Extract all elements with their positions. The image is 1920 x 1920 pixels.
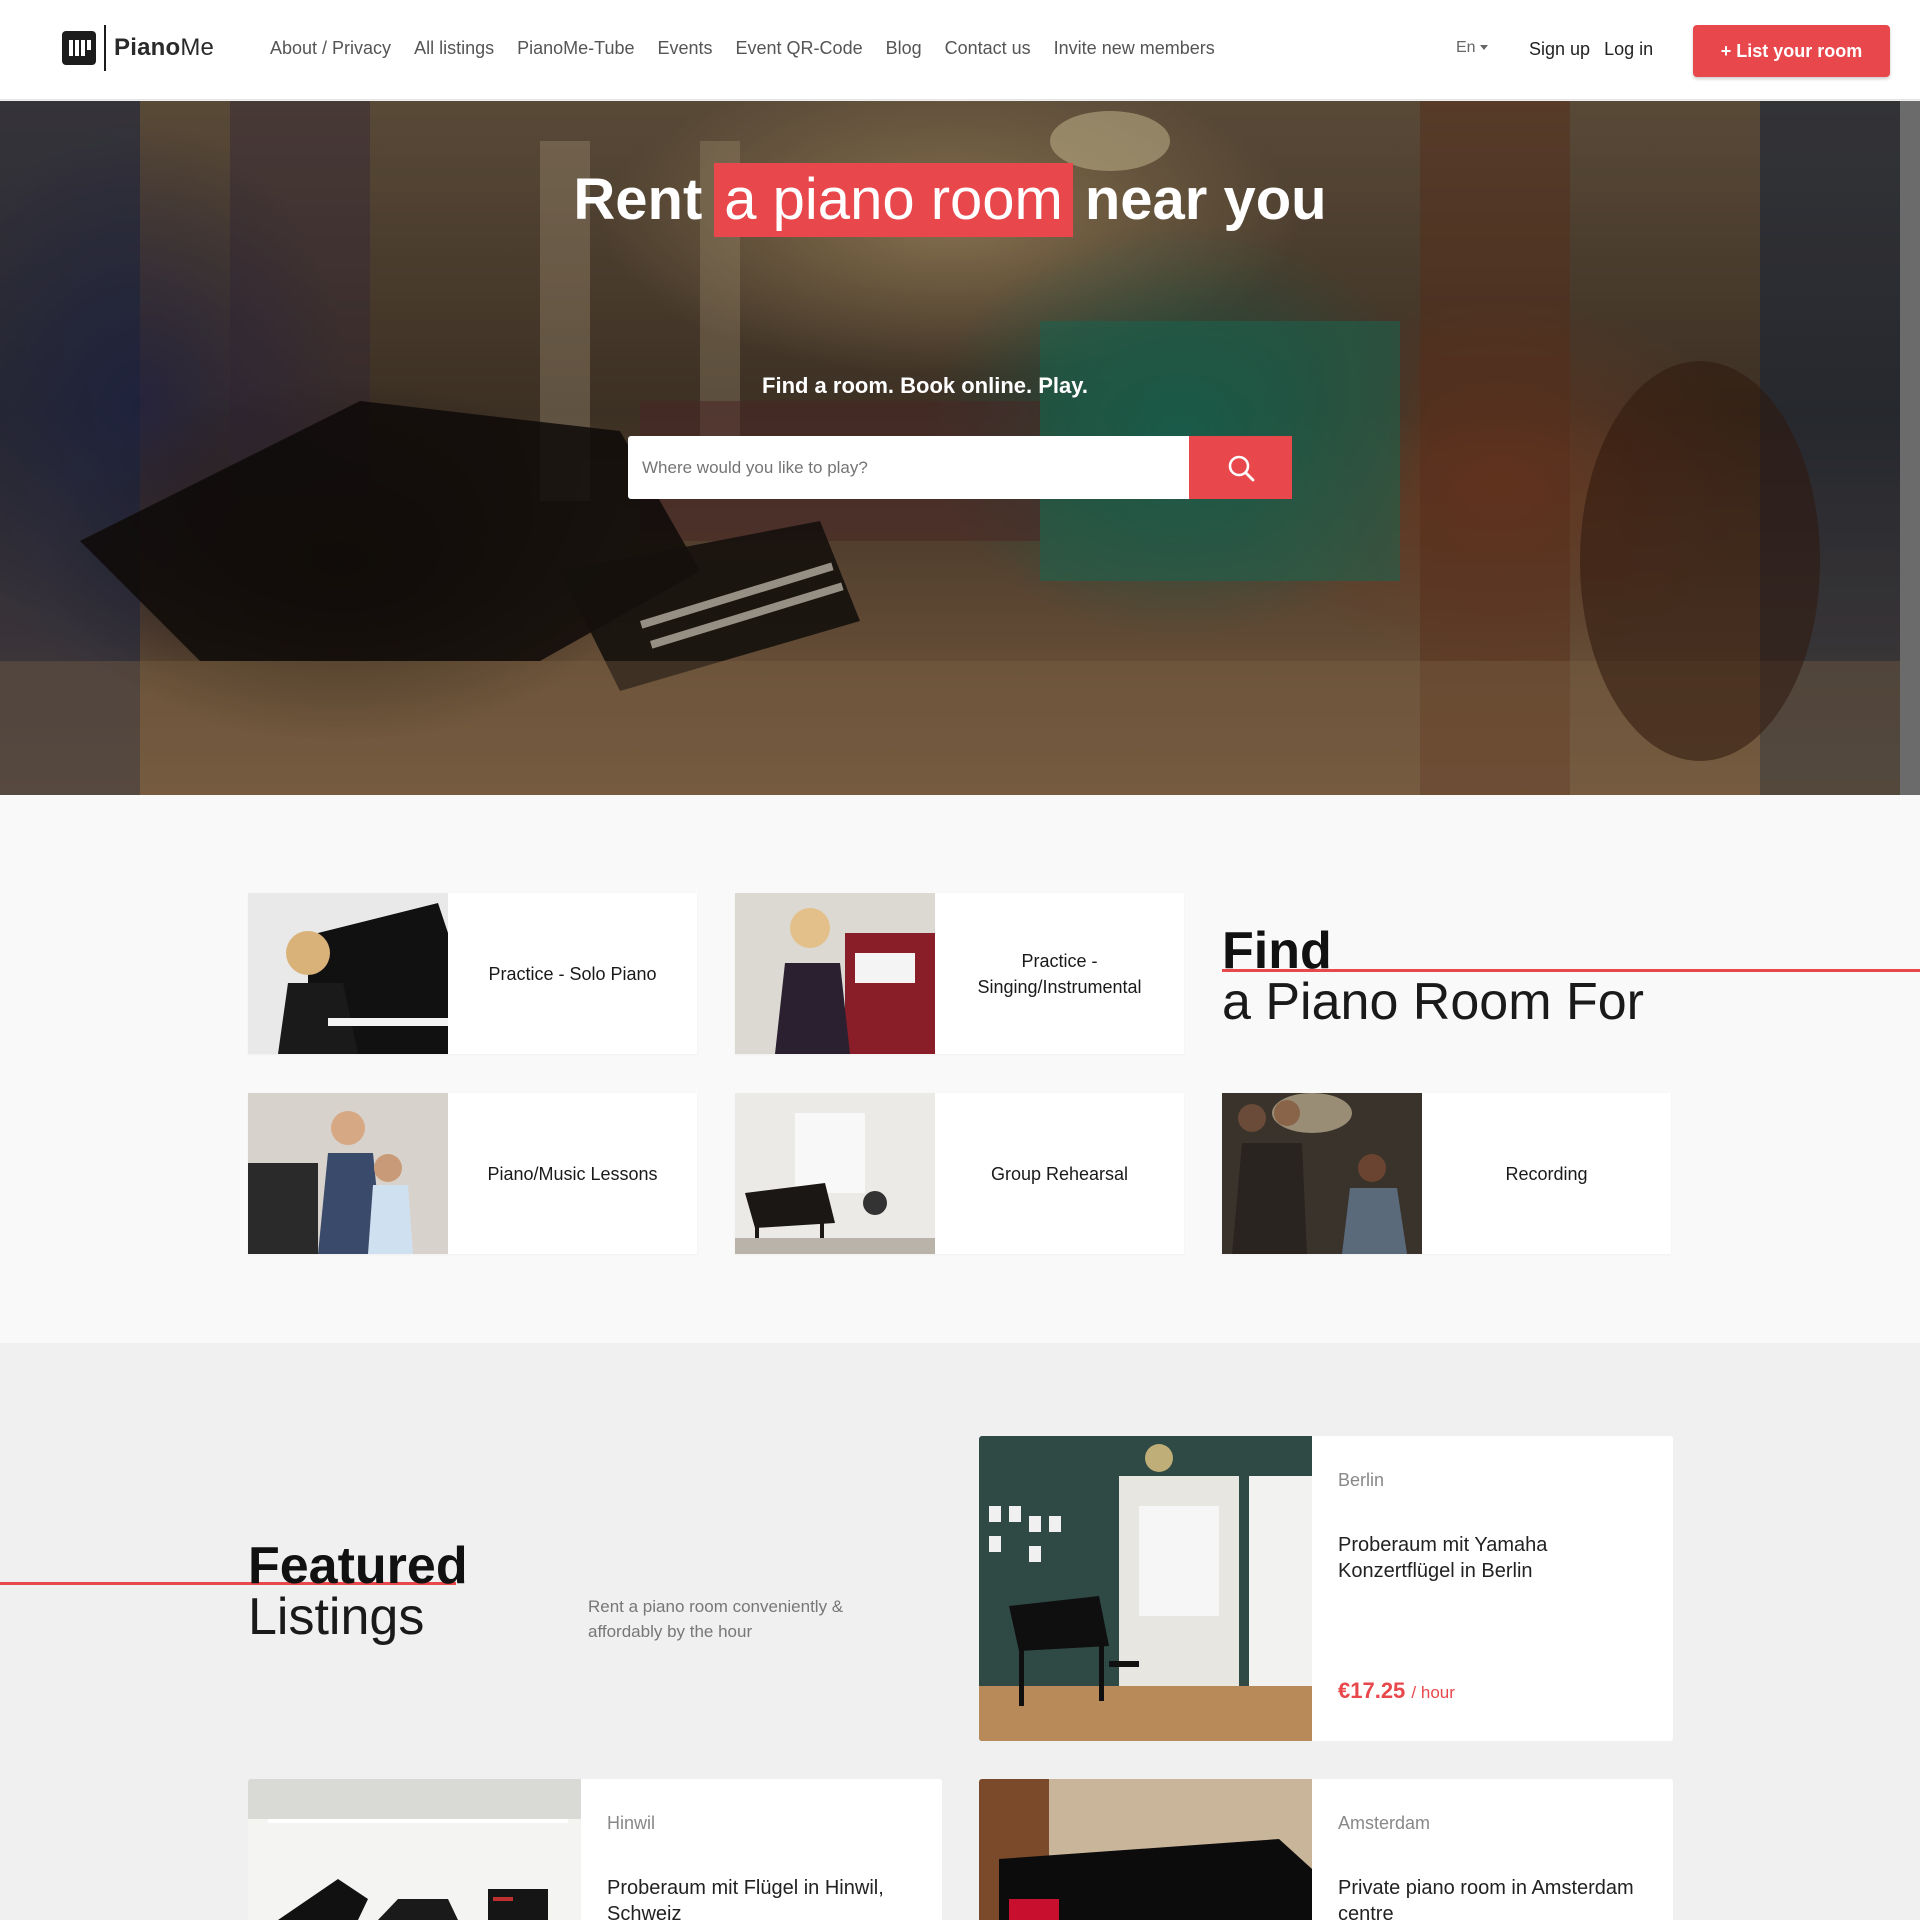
- find-room-heading-bold: Find: [1222, 922, 1332, 980]
- category-label: Practice - Singing/Instrumental: [977, 950, 1142, 997]
- listing-photo: [248, 1779, 581, 1920]
- hero-title-pre: Rent: [573, 167, 703, 232]
- main-nav: About / Privacy All listings PianoMe-Tub…: [270, 38, 1238, 59]
- search-button[interactable]: [1189, 436, 1292, 499]
- listing-city: Amsterdam: [1338, 1813, 1431, 1833]
- scrollbar-track[interactable]: [1900, 101, 1920, 795]
- listing-photo: [979, 1436, 1312, 1741]
- log-in-link[interactable]: Log in: [1604, 39, 1653, 59]
- logo-wordmark: PianoMe: [114, 34, 215, 61]
- category-label: Group Rehearsal: [990, 1163, 1129, 1184]
- find-room-heading-light: a Piano Room For: [1222, 973, 1644, 1031]
- category-label: Practice - Solo Piano: [488, 963, 657, 984]
- category-card-lessons[interactable]: Piano/Music Lessons: [248, 1093, 697, 1254]
- price-amount: €17.25: [1338, 1678, 1406, 1703]
- listing-card-hinwil[interactable]: Hinwil Proberaum mit Flügel in Hinwil, S…: [248, 1779, 942, 1920]
- category-card-solo-piano[interactable]: Practice - Solo Piano: [248, 893, 697, 1054]
- sign-up-link[interactable]: Sign up: [1529, 39, 1590, 59]
- nav-all-listings[interactable]: All listings: [414, 38, 494, 59]
- nav-contact-us[interactable]: Contact us: [945, 38, 1031, 59]
- caret-down-icon: [1479, 45, 1488, 51]
- featured-heading-bold: Featured: [248, 1537, 468, 1595]
- auth-links: Sign up Log in: [1529, 39, 1667, 60]
- listing-price: €17.25 / hour: [1338, 1678, 1455, 1704]
- category-label: Recording: [1505, 1163, 1588, 1184]
- site-logo[interactable]: PianoMe: [62, 24, 214, 72]
- listing-title[interactable]: Proberaum mit Yamaha Konzertflügel in Be…: [1338, 1532, 1648, 1584]
- piano-keys-icon: [62, 31, 96, 65]
- nav-invite-members[interactable]: Invite new members: [1054, 38, 1215, 59]
- logo-divider: [104, 25, 106, 71]
- hero-title: Rent a piano room near you: [0, 163, 1900, 237]
- category-label: Piano/Music Lessons: [487, 1163, 658, 1184]
- hero-title-post: near you: [1084, 167, 1327, 232]
- room-purpose-section: [0, 795, 1920, 1343]
- nav-pianome-tube[interactable]: PianoMe-Tube: [517, 38, 634, 59]
- listing-card-berlin[interactable]: Berlin Proberaum mit Yamaha Konzertflüge…: [979, 1436, 1673, 1741]
- nav-blog[interactable]: Blog: [886, 38, 922, 59]
- hero-subtitle: Find a room. Book online. Play.: [762, 373, 1088, 398]
- group-rehearsal-photo: [735, 1093, 935, 1254]
- listing-photo: [979, 1779, 1312, 1920]
- recording-photo: [1222, 1093, 1422, 1254]
- location-search: [628, 436, 1292, 499]
- featured-heading-light: Listings: [248, 1588, 425, 1646]
- listing-city: Berlin: [1338, 1470, 1385, 1490]
- listing-title[interactable]: Proberaum mit Flügel in Hinwil, Schweiz: [607, 1875, 917, 1920]
- lessons-photo: [248, 1093, 448, 1254]
- price-unit: / hour: [1411, 1683, 1455, 1702]
- nav-events[interactable]: Events: [658, 38, 713, 59]
- search-icon: [1228, 455, 1254, 481]
- nav-event-qr-code[interactable]: Event QR-Code: [736, 38, 863, 59]
- location-search-input[interactable]: [628, 436, 1189, 499]
- featured-subtitle: Rent a piano room conveniently & afforda…: [588, 1597, 844, 1641]
- hero-title-highlight: a piano room: [714, 163, 1073, 237]
- find-room-heading: Find a Piano Room For: [1222, 922, 1644, 1031]
- category-card-group-rehearsal[interactable]: Group Rehearsal: [735, 1093, 1184, 1254]
- singing-instrumental-photo: [735, 893, 935, 1054]
- language-selector[interactable]: En: [1456, 39, 1488, 57]
- nav-about-privacy[interactable]: About / Privacy: [270, 38, 391, 59]
- listing-card-amsterdam[interactable]: Amsterdam Private piano room in Amsterda…: [979, 1779, 1673, 1920]
- language-value: En: [1456, 39, 1476, 56]
- listing-city: Hinwil: [607, 1813, 656, 1833]
- featured-heading: Featured Listings: [248, 1537, 468, 1646]
- category-card-recording[interactable]: Recording: [1222, 1093, 1671, 1254]
- category-card-singing-instrumental[interactable]: Practice - Singing/Instrumental: [735, 893, 1184, 1054]
- list-your-room-button[interactable]: + List your room: [1693, 25, 1890, 77]
- solo-piano-photo: [248, 893, 448, 1054]
- listing-title[interactable]: Private piano room in Amsterdam centre: [1338, 1875, 1648, 1920]
- site-header: PianoMe About / Privacy All listings Pia…: [0, 0, 1920, 100]
